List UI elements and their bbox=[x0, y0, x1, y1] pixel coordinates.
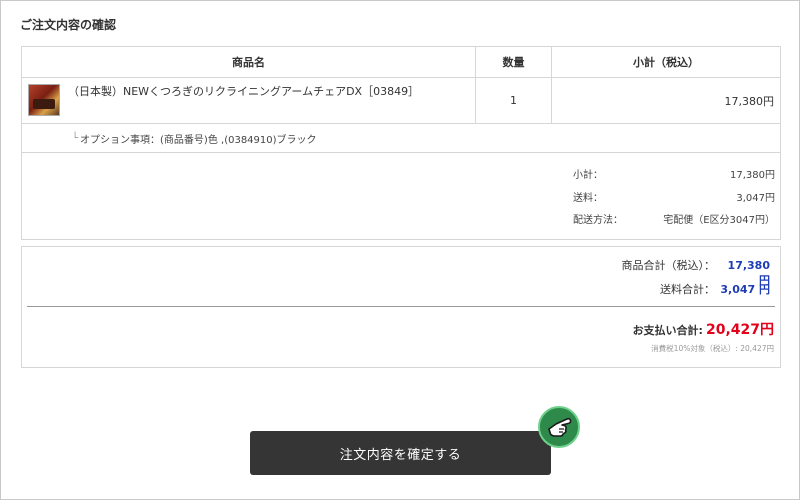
order-table: 商品名 数量 小計（税込） （日本製）NEWくつろぎのリクライニングアームチェア… bbox=[21, 46, 781, 240]
summary-shipping-label: 送料： bbox=[573, 193, 603, 204]
shipping-total-label: 送料合計： bbox=[660, 283, 715, 296]
item-subtotal: 17,380円 bbox=[724, 94, 775, 108]
table-header-row: 商品名 数量 小計（税込） bbox=[22, 47, 780, 78]
header-quantity: 数量 bbox=[476, 47, 552, 77]
payment-total-label: お支払い合計: bbox=[632, 324, 703, 337]
summary-delivery-label: 配送方法： bbox=[573, 215, 623, 226]
product-name[interactable]: （日本製）NEWくつろぎのリクライニングアームチェアDX［03849］ bbox=[68, 84, 419, 100]
shipping-total: 送料合計： 3,047 円 bbox=[660, 281, 770, 297]
summary-shipping-value: 3,047円 bbox=[736, 193, 775, 204]
page-title: ご注文内容の確認 bbox=[20, 18, 117, 32]
products-total-label: 商品合計（税込）： bbox=[621, 259, 716, 272]
table-row: （日本製）NEWくつろぎのリクライニングアームチェアDX［03849］ 1 17… bbox=[22, 78, 780, 124]
header-subtotal: 小計（税込） bbox=[633, 56, 699, 69]
option-text: オプション事項：(商品番号)色 ,(0384910)ブラック bbox=[80, 134, 317, 146]
shipping-total-value: 3,047 円 bbox=[720, 283, 770, 296]
confirm-order-button[interactable]: 注文内容を確定する bbox=[250, 431, 551, 475]
summary-subtotal-label: 小計： bbox=[573, 170, 603, 181]
pointing-hand-svg bbox=[548, 417, 572, 437]
payment-total-value: 20,427円 bbox=[705, 322, 774, 338]
pointing-hand-icon bbox=[538, 406, 580, 448]
product-thumbnail[interactable] bbox=[28, 84, 60, 116]
totals-divider bbox=[27, 306, 775, 307]
quantity-value: 1 bbox=[476, 78, 552, 123]
summary-delivery: 配送方法： 宅配便（E区分3047円） bbox=[573, 211, 775, 226]
totals-box: 商品合計（税込）： 17,380 円 送料合計： 3,047 円 お支払い合計:… bbox=[21, 246, 781, 368]
tax-note: 消費税10%対象（税込）: 20,427円 bbox=[651, 344, 774, 353]
option-row: └ オプション事項：(商品番号)色 ,(0384910)ブラック bbox=[22, 124, 780, 153]
summary-subtotal: 小計： 17,380円 bbox=[573, 166, 775, 181]
payment-total: お支払い合計: 20,427円 bbox=[633, 319, 774, 339]
tree-branch-icon: └ bbox=[72, 132, 79, 144]
header-product: 商品名 bbox=[22, 47, 476, 77]
summary-row: 小計： 17,380円 送料： 3,047円 配送方法： 宅配便（E区分3047… bbox=[22, 153, 780, 239]
summary-delivery-value: 宅配便（E区分3047円） bbox=[663, 215, 775, 226]
summary-subtotal-value: 17,380円 bbox=[730, 170, 775, 181]
summary-shipping: 送料： 3,047円 bbox=[573, 189, 775, 204]
product-cell: （日本製）NEWくつろぎのリクライニングアームチェアDX［03849］ bbox=[22, 78, 476, 123]
